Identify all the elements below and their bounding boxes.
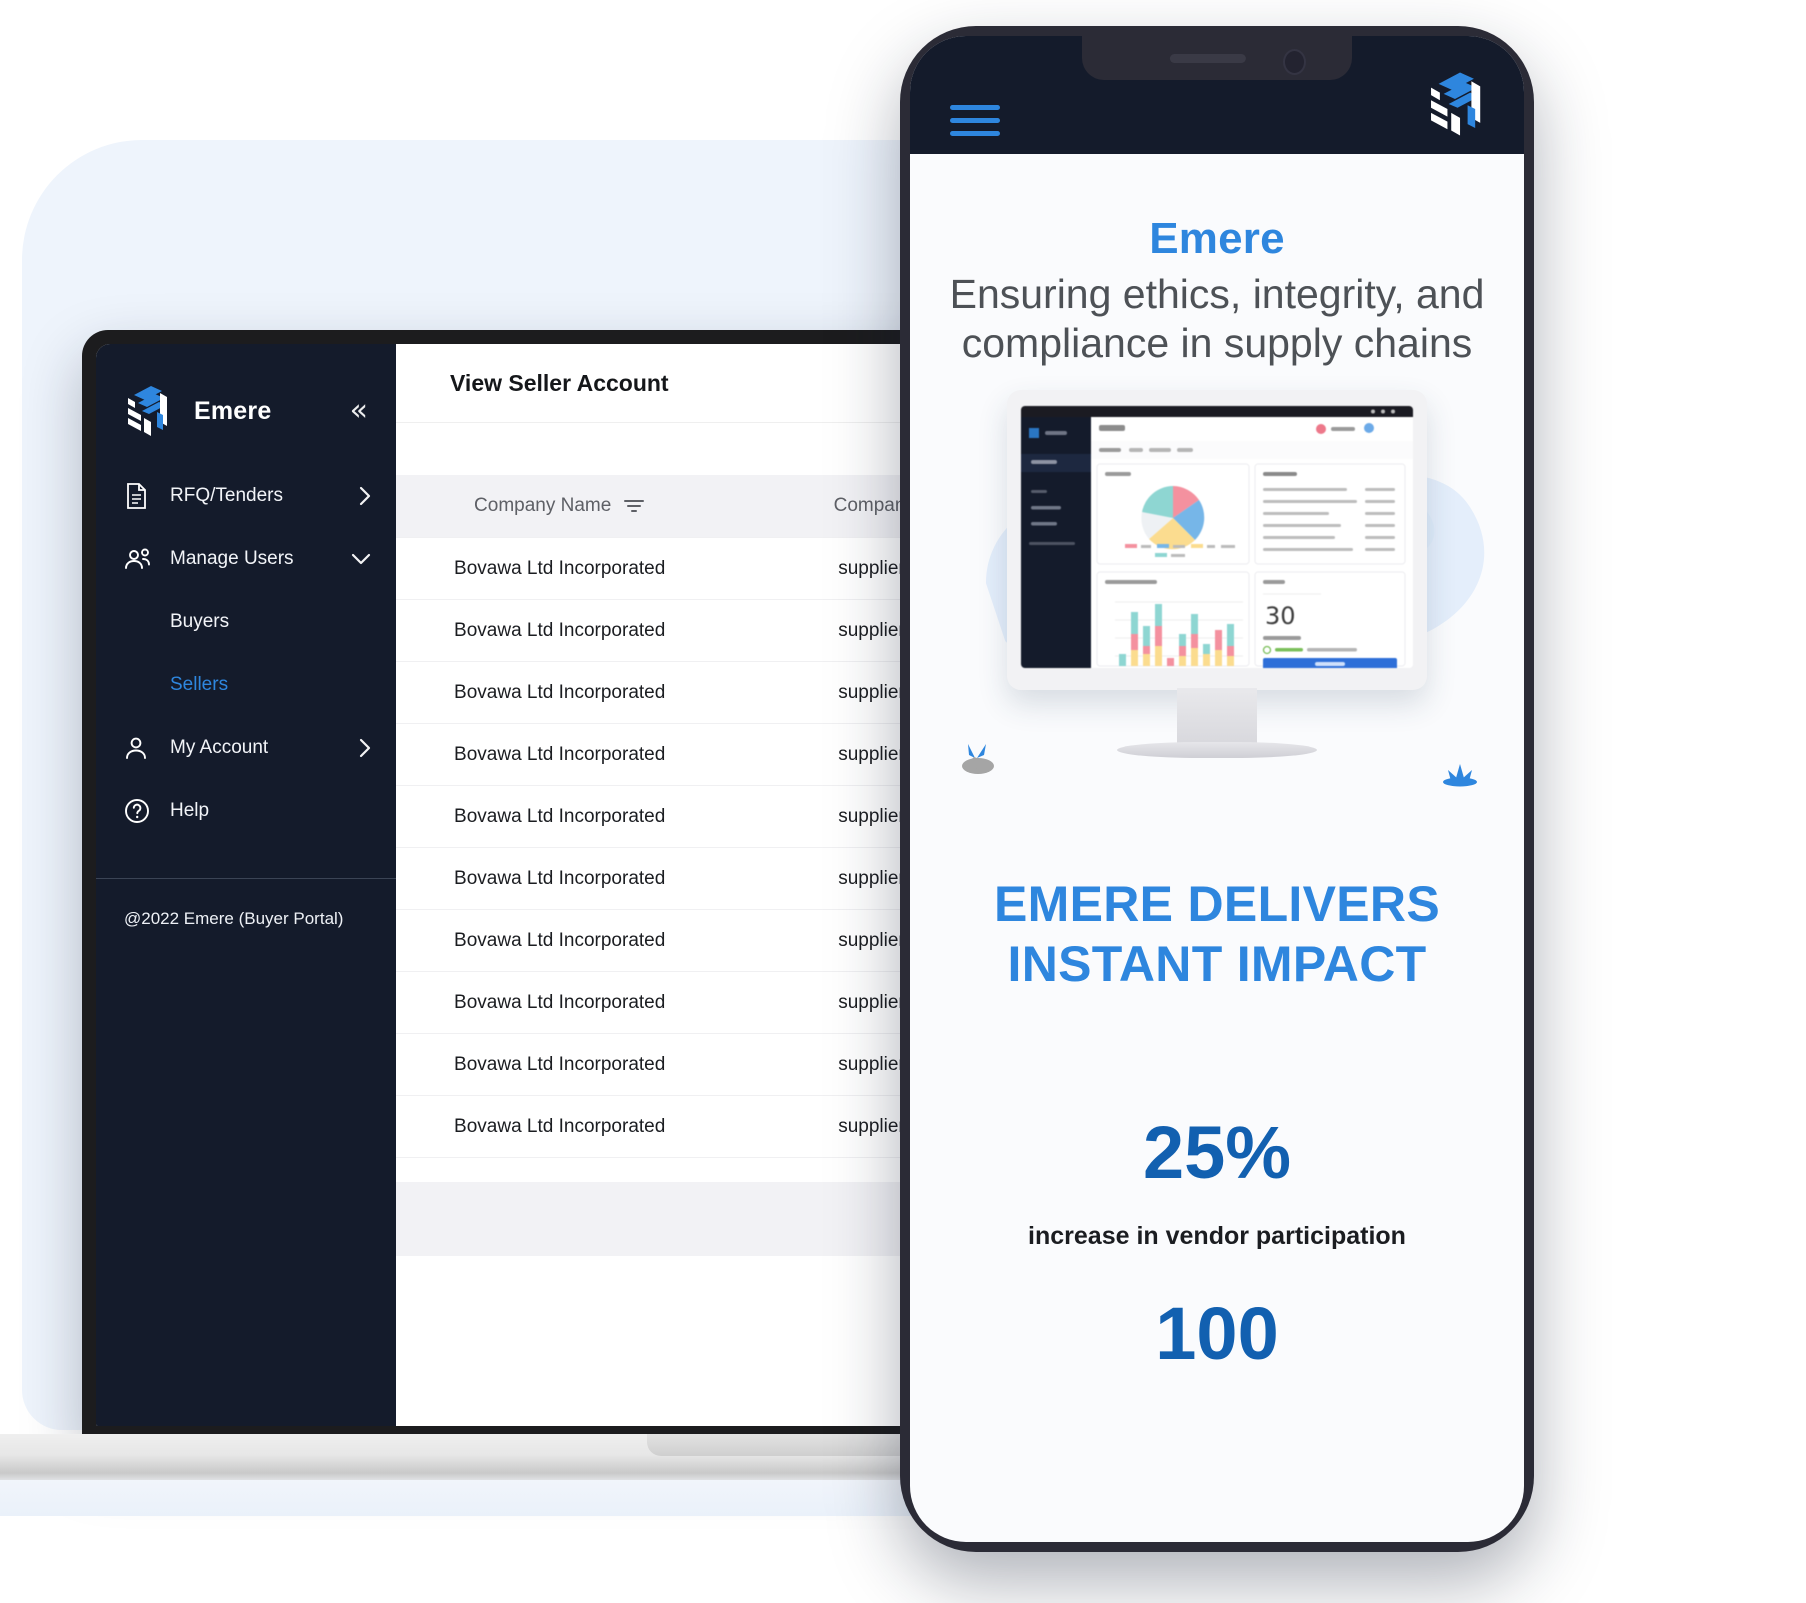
sidebar-item-help[interactable]: Help xyxy=(96,789,396,833)
sidebar-subitem-label: Buyers xyxy=(170,611,230,632)
filter-icon[interactable] xyxy=(623,497,645,515)
phone-screen: Emere Ensuring ethics, integrity, and co… xyxy=(910,36,1524,1542)
sidebar-brand: Emere « xyxy=(96,344,396,436)
cell-company-name: Bovawa Ltd Incorporated xyxy=(396,909,724,972)
hamburger-menu-icon[interactable] xyxy=(950,105,1000,136)
hero-illustration: 30 xyxy=(928,390,1506,820)
sidebar-brand-name: Emere xyxy=(194,396,272,425)
sidebar-item-label: Manage Users xyxy=(170,548,294,569)
laptop-base-notch xyxy=(647,1434,923,1456)
stat-value: 25% xyxy=(1142,1111,1292,1195)
svg-text:30: 30 xyxy=(1265,602,1296,630)
stat-value-partial: 100 xyxy=(1155,1292,1279,1376)
sidebar-subitem-label: Sellers xyxy=(170,674,229,695)
chevron-right-icon xyxy=(358,737,372,759)
dashboard-screenshot: 30 xyxy=(1021,406,1413,669)
cell-company-name: Bovawa Ltd Incorporated xyxy=(396,1033,724,1096)
sidebar-item-label: Help xyxy=(170,800,210,821)
phone-device: Emere Ensuring ethics, integrity, and co… xyxy=(900,26,1534,1552)
phone-tagline: Ensuring ethics, integrity, and complian… xyxy=(949,271,1485,367)
phone-content: Emere Ensuring ethics, integrity, and co… xyxy=(910,214,1524,1371)
help-circle-icon xyxy=(124,798,154,824)
sidebar-item-rfq-tenders[interactable]: RFQ/Tenders xyxy=(96,474,396,518)
emere-logo-icon xyxy=(1426,72,1484,136)
cell-company-name: Bovawa Ltd Incorporated xyxy=(396,785,724,848)
cell-company-name: Bovawa Ltd Incorporated xyxy=(396,599,724,662)
desktop-monitor-illustration: 30 xyxy=(1007,390,1427,759)
stat-label: increase in vendor participation xyxy=(1028,1222,1406,1251)
plant-rock-icon xyxy=(956,738,1002,783)
plant-icon xyxy=(1438,758,1482,797)
sidebar-item-my-account[interactable]: My Account xyxy=(96,726,396,770)
phone-camera xyxy=(1283,49,1306,75)
sidebar-item-label: My Account xyxy=(170,737,269,758)
sidebar-subitem-buyers[interactable]: Buyers xyxy=(96,600,396,644)
cell-company-name: Bovawa Ltd Incorporated xyxy=(396,537,724,600)
sidebar-copyright: @2022 Emere (Buyer Portal) xyxy=(124,909,344,928)
impact-heading: EMERE DELIVERS INSTANT IMPACT xyxy=(994,876,1440,993)
cell-company-name: Bovawa Ltd Incorporated xyxy=(396,971,724,1034)
person-icon xyxy=(124,735,154,761)
emere-logo-icon xyxy=(124,386,170,436)
phone-speaker xyxy=(1169,54,1246,63)
sidebar-nav: RFQ/Tenders Manage Users Buyers Sellers … xyxy=(96,474,396,852)
monitor-frame: 30 xyxy=(1007,390,1427,691)
chevron-right-icon xyxy=(358,485,372,507)
cell-company-name: Bovawa Ltd Incorporated xyxy=(396,847,724,910)
collapse-sidebar-icon[interactable]: « xyxy=(350,396,374,426)
monitor-stand xyxy=(1117,742,1317,759)
cell-company-name: Bovawa Ltd Incorporated xyxy=(396,1095,724,1158)
phone-notch xyxy=(1082,36,1352,80)
sidebar-item-manage-users[interactable]: Manage Users xyxy=(96,537,396,581)
users-icon xyxy=(124,547,154,571)
monitor-neck xyxy=(1177,688,1257,749)
page-title: View Seller Account xyxy=(450,369,669,396)
cell-company-name: Bovawa Ltd Incorporated xyxy=(396,661,724,724)
phone-brand-title: Emere xyxy=(1149,214,1285,263)
screenshot-stage: Emere « RFQ/Tenders Manage Users Buyers … xyxy=(0,0,1806,1603)
cell-company-name: Bovawa Ltd Incorporated xyxy=(396,723,724,786)
chevron-down-icon xyxy=(350,552,372,566)
sidebar-subitem-sellers[interactable]: Sellers xyxy=(96,663,396,707)
table-header-company-name[interactable]: Company Name xyxy=(396,475,724,538)
app-sidebar: Emere « RFQ/Tenders Manage Users Buyers … xyxy=(96,344,396,1426)
sidebar-item-label: RFQ/Tenders xyxy=(170,485,283,506)
document-icon xyxy=(124,482,154,510)
column-label: Company Name xyxy=(474,495,612,516)
